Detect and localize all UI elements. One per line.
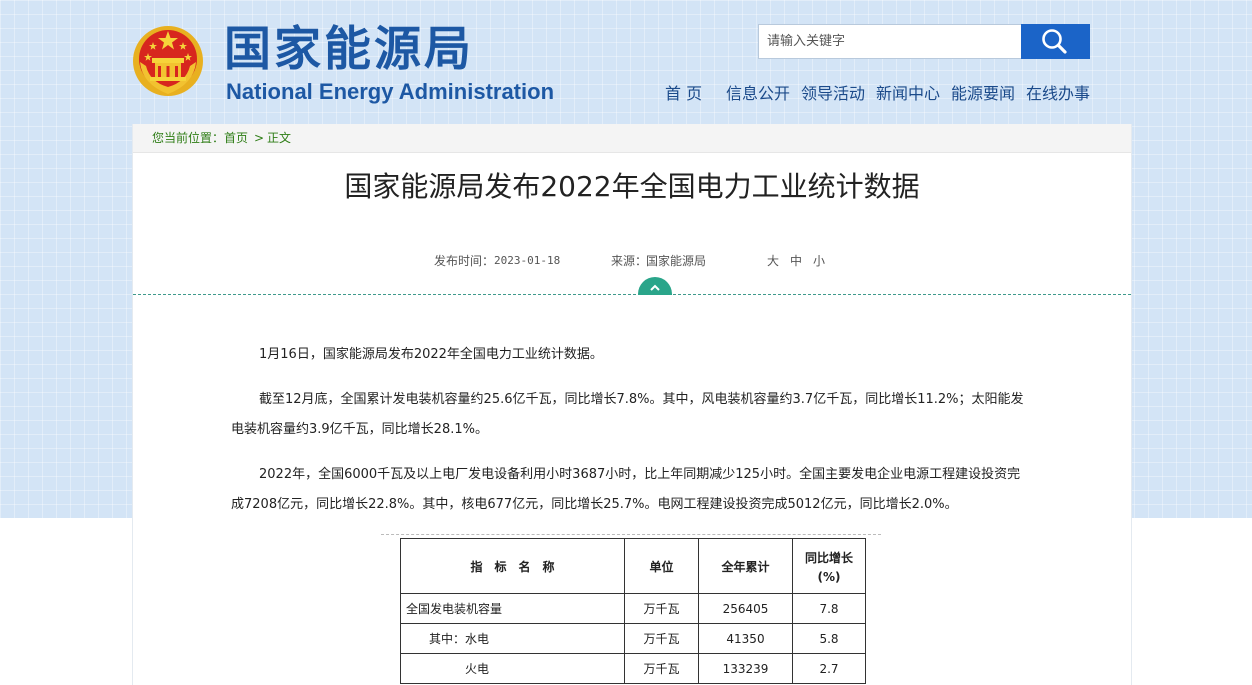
search-input[interactable] (759, 25, 1021, 58)
font-size-medium[interactable]: 中 (790, 252, 802, 270)
collapse-toggle[interactable] (638, 277, 672, 295)
table-cell-total: 41350 (698, 623, 793, 654)
meta-divider (133, 294, 1131, 295)
search-bar (758, 24, 1090, 59)
table-divider (381, 534, 881, 535)
chevron-up-icon (650, 284, 660, 291)
growth-header-line2: (%) (817, 569, 841, 584)
source-name: 国家能源局 (646, 254, 707, 268)
table-cell-total: 133239 (698, 653, 793, 684)
article-paragraph: 2022年，全国6000千瓦及以上电厂发电设备利用小时3687小时，比上年同期减… (231, 467, 1021, 512)
table-cell-name: 其中：水电 (400, 623, 625, 654)
breadcrumb-current: 正文 (267, 131, 292, 145)
column-header-growth: 同比增长 (%) (792, 538, 866, 594)
site-logo-en[interactable]: National Energy Administration (226, 78, 554, 106)
column-header-indicator: 指 标 名 称 (400, 538, 625, 594)
table-cell-growth: 2.7 (792, 653, 866, 684)
article-paragraph: 1月16日，国家能源局发布2022年全国电力工业统计数据。 (259, 347, 603, 362)
font-size-small[interactable]: 小 (813, 252, 825, 270)
search-icon (1042, 29, 1067, 54)
growth-header-line1: 同比增长 (804, 550, 853, 565)
table-cell-unit: 万千瓦 (624, 653, 699, 684)
nav-item-online-services[interactable]: 在线办事 (1026, 80, 1090, 104)
table-cell-growth: 7.8 (792, 593, 866, 624)
table-cell-unit: 万千瓦 (624, 593, 699, 624)
table-row: 全国发电装机容量 万千瓦 256405 7.8 (400, 593, 866, 624)
breadcrumb-separator: > (254, 131, 265, 145)
column-header-unit: 单位 (624, 538, 699, 594)
site-header: 国家能源局 National Energy Administration 首 页… (0, 0, 1252, 125)
table-header-row: 指 标 名 称 单位 全年累计 同比增长 (%) (400, 538, 866, 594)
column-header-total: 全年累计 (698, 538, 793, 594)
table-row: 火电 万千瓦 133239 2.7 (400, 653, 866, 684)
nav-item-info[interactable]: 信息公开 (726, 80, 790, 104)
article-paragraph: 截至12月底，全国累计发电装机容量约25.6亿千瓦，同比增长7.8%。其中，风电… (231, 392, 1024, 437)
nav-item-energy-news[interactable]: 能源要闻 (951, 80, 1015, 104)
breadcrumb-prefix: 您当前位置： (152, 131, 225, 145)
article-panel: 您当前位置： 首页 > 正文 国家能源局发布2022年全国电力工业统计数据 发布… (132, 124, 1132, 685)
table-cell-unit: 万千瓦 (624, 623, 699, 654)
table-row: 其中：水电 万千瓦 41350 5.8 (400, 623, 866, 654)
breadcrumb-home[interactable]: 首页 (224, 124, 248, 152)
nav-item-leaders[interactable]: 领导活动 (801, 80, 865, 104)
publish-date: 2023-01-18 (494, 254, 561, 267)
table-cell-growth: 5.8 (792, 623, 866, 654)
search-button[interactable] (1021, 24, 1090, 59)
table-cell-total: 256405 (698, 593, 793, 624)
article-title: 国家能源局发布2022年全国电力工业统计数据 (344, 170, 920, 203)
site-logo-cn[interactable]: 国家能源局 (224, 20, 474, 80)
nav-item-news[interactable]: 新闻中心 (876, 80, 940, 104)
font-size-large[interactable]: 大 (767, 252, 779, 270)
nav-item-home[interactable]: 首 页 (665, 80, 702, 104)
publish-label: 发布时间： (434, 254, 495, 268)
breadcrumb: 您当前位置： 首页 > 正文 (133, 124, 1131, 153)
table-cell-name: 火电 (400, 653, 625, 684)
table-cell-name: 全国发电装机容量 (400, 593, 625, 624)
source-label: 来源： (611, 254, 648, 268)
national-emblem-icon (133, 26, 203, 96)
statistics-table: 指 标 名 称 单位 全年累计 同比增长 (%) 全国发电装机容量 万千瓦 25… (400, 538, 866, 684)
